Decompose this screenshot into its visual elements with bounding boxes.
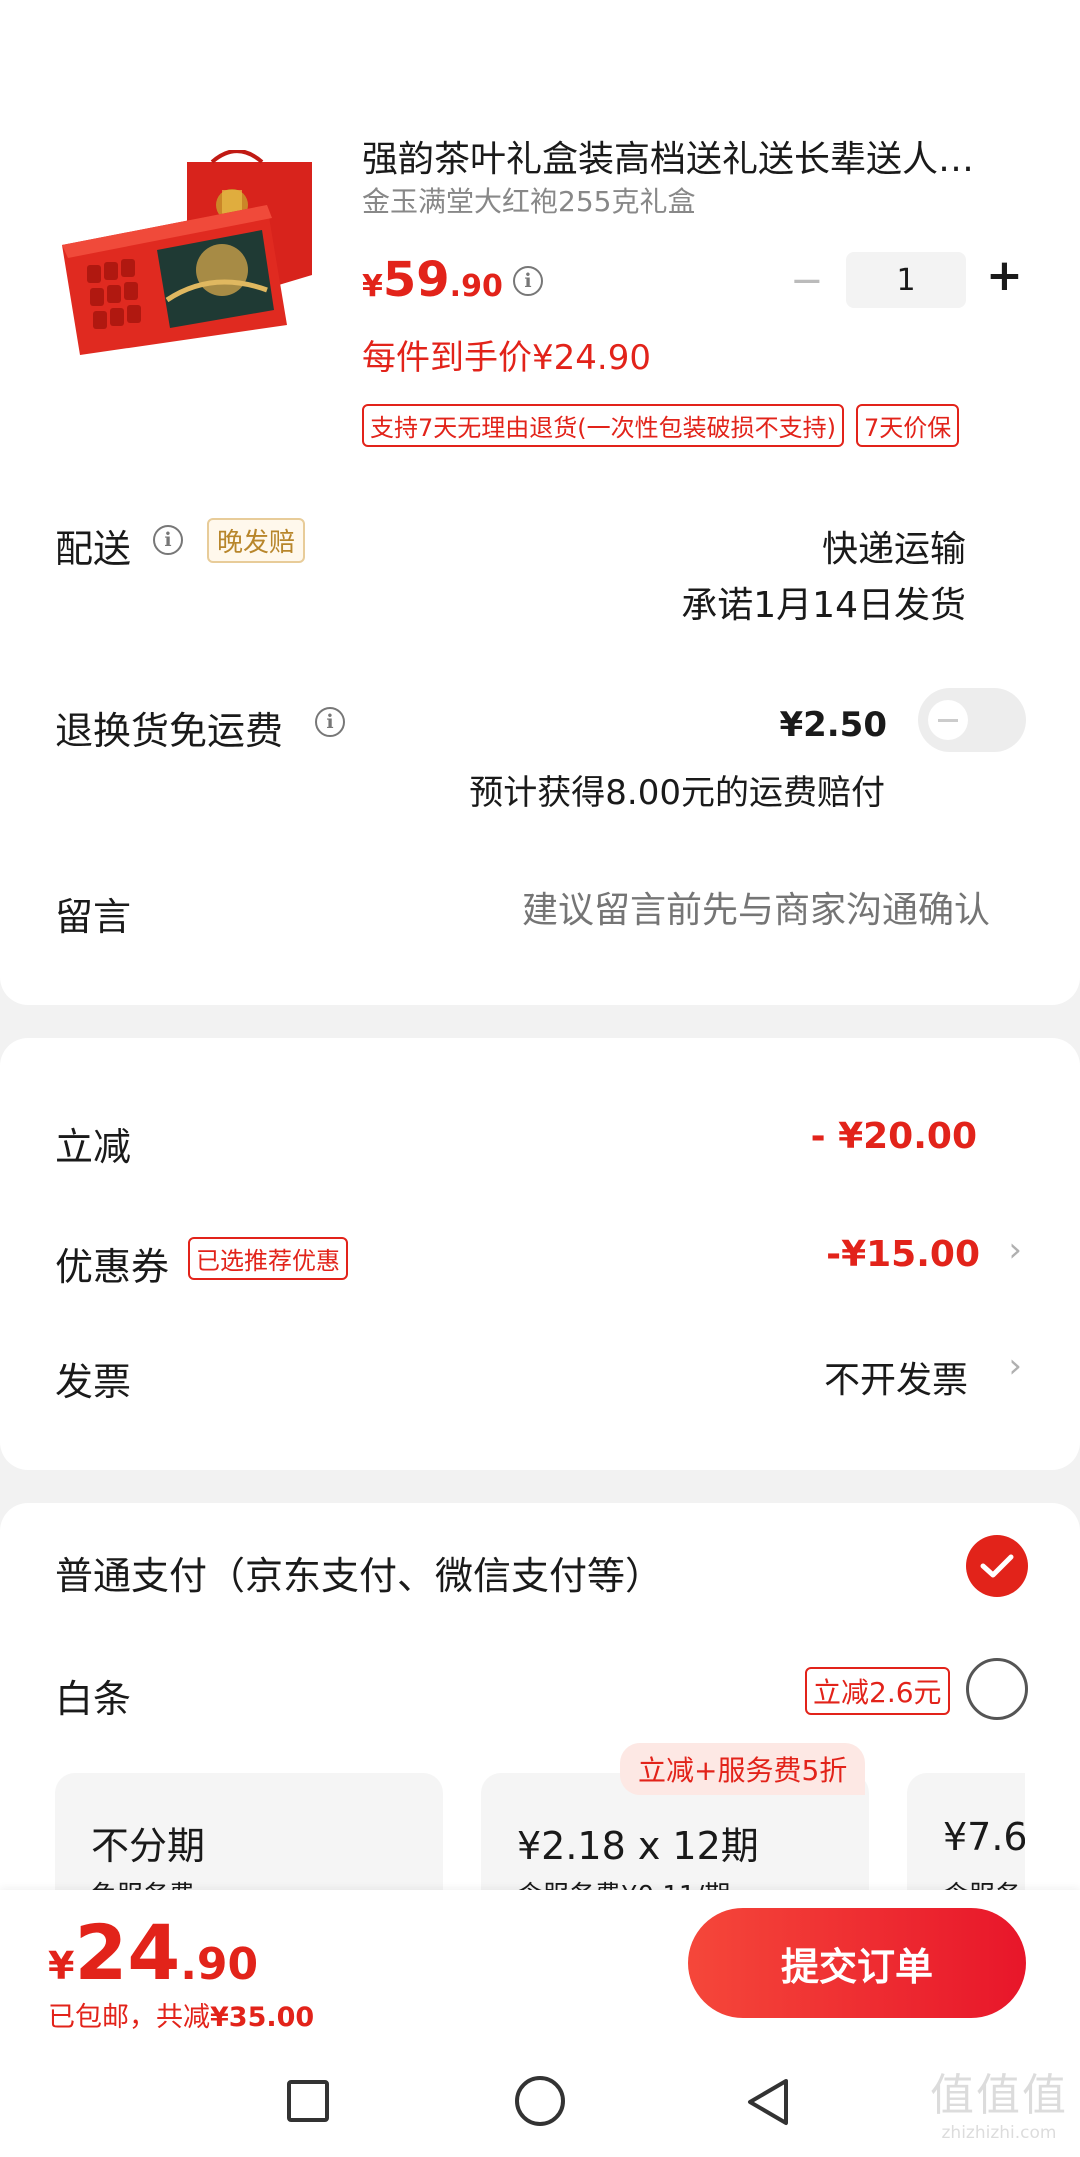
price-decimal: .90 <box>449 269 503 304</box>
toggle-knob <box>928 700 968 740</box>
product-image[interactable] <box>62 149 322 370</box>
quantity-plus-button[interactable]: + <box>986 250 1023 301</box>
baitiao-label[interactable]: 白条 <box>55 1668 131 1723</box>
free-shipping-note: 已包邮，共减 <box>48 2002 210 2033</box>
coupon-recommended-badge: 已选推荐优惠 <box>188 1237 348 1280</box>
return-shipping-price: ¥2.50 <box>779 705 887 745</box>
service-tags: 支持7天无理由退货(一次性包装破损不支持) 7天价保 <box>362 404 960 447</box>
recent-apps-icon[interactable] <box>287 2080 329 2122</box>
installment-plan-title: ¥7.6 <box>943 1815 1025 1859</box>
watermark-logo: 值值值 zhizhizhi.com <box>930 2059 1068 2143</box>
product-spec[interactable]: 金玉满堂大红袍255克礼盒 <box>362 180 695 220</box>
submit-order-button[interactable]: 提交订单 <box>688 1908 1026 2018</box>
installment-promo-badge: 立减+服务费5折 <box>620 1743 866 1795</box>
delivery-promise: 承诺1月14日发货 <box>681 585 966 626</box>
unit-price-label: 每件到手价¥24.90 <box>362 338 651 378</box>
return-policy-tag: 支持7天无理由退货(一次性包装破损不支持) <box>362 404 844 447</box>
price-protect-tag: 7天价保 <box>856 404 960 447</box>
coupon-label[interactable]: 优惠券 <box>55 1236 169 1291</box>
invoice-value[interactable]: 不开发票 <box>824 1351 968 1403</box>
system-nav-bar: 值值值 zhizhizhi.com <box>0 2035 1080 2157</box>
coupon-chevron-icon[interactable]: › <box>1008 1230 1022 1270</box>
price-symbol: ¥ <box>362 269 383 304</box>
installment-plan-title: 不分期 <box>91 1824 206 1868</box>
total-decimal: .90 <box>180 1939 259 1990</box>
late-compensation-badge: 晚发赔 <box>207 518 306 563</box>
quantity-minus-button[interactable]: − <box>790 258 824 304</box>
watermark-logo-text: 值值值 <box>930 2070 1068 2121</box>
normal-payment-check-icon[interactable] <box>966 1535 1028 1597</box>
delivery-info-icon[interactable]: i <box>153 525 183 555</box>
invoice-label[interactable]: 发票 <box>55 1351 131 1406</box>
delivery-method[interactable]: 快递运输 <box>822 520 966 572</box>
return-shipping-info-icon[interactable]: i <box>315 707 345 737</box>
coupon-value[interactable]: -¥15.00 <box>826 1234 980 1275</box>
delivery-label: 配送 <box>55 527 132 571</box>
watermark-site-text: zhizhizhi.com <box>941 2123 1057 2143</box>
total-symbol: ¥ <box>48 1944 75 1988</box>
checkout-bar: ¥24.90 已包邮，共减¥35.00 提交订单 <box>0 1890 1080 2035</box>
instant-discount-label: 立减 <box>55 1125 132 1169</box>
total-integer: 24 <box>74 1908 181 1997</box>
savings-summary: 已包邮，共减¥35.00 <box>48 1995 314 2034</box>
home-icon[interactable] <box>515 2076 565 2126</box>
product-card: 强韵茶叶礼盒装高档送礼送长辈送人… 金玉满堂大红袍255克礼盒 ¥59.90 i… <box>0 0 1080 1005</box>
total-saved: ¥35.00 <box>210 2002 315 2033</box>
baitiao-discount-badge: 立减2.6元 <box>805 1667 950 1715</box>
back-icon[interactable] <box>746 2077 790 2131</box>
price-integer: 59 <box>382 252 450 308</box>
return-shipping-toggle[interactable] <box>918 688 1026 752</box>
discounts-card: 立减 - ¥20.00 优惠券 已选推荐优惠 -¥15.00 › 发票 不开发票… <box>0 1038 1080 1470</box>
baitiao-radio[interactable] <box>966 1658 1028 1720</box>
product-price: ¥59.90 <box>362 252 503 308</box>
return-shipping-note: 预计获得8.00元的运费赔付 <box>469 773 885 813</box>
return-shipping-label: 退换货免运费 <box>55 709 284 753</box>
product-title[interactable]: 强韵茶叶礼盒装高档送礼送长辈送人… <box>362 130 974 182</box>
message-input[interactable] <box>430 880 990 940</box>
price-info-icon[interactable]: i <box>513 266 543 296</box>
message-label: 留言 <box>55 895 132 939</box>
quantity-value: 1 <box>896 262 916 298</box>
invoice-chevron-icon[interactable]: › <box>1008 1346 1022 1386</box>
quantity-input[interactable]: 1 <box>846 252 966 308</box>
instant-discount-value: - ¥20.00 <box>810 1116 977 1157</box>
installment-plan-title: ¥2.18 x 12期 <box>517 1824 759 1868</box>
normal-payment-label[interactable]: 普通支付（京东支付、微信支付等） <box>55 1545 663 1600</box>
total-price: ¥24.90 <box>48 1908 258 1997</box>
